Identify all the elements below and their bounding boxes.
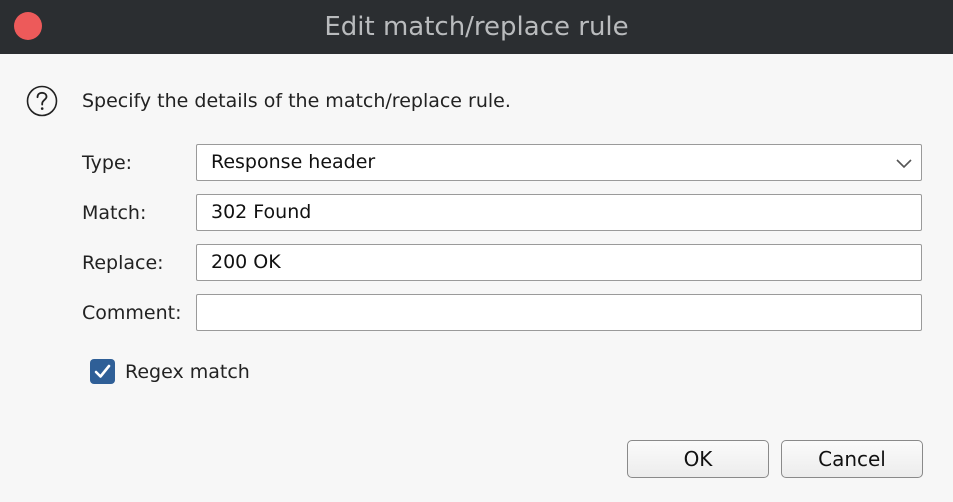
intro-text: Specify the details of the match/replace… xyxy=(82,90,511,112)
replace-label: Replace: xyxy=(82,252,164,274)
ok-button[interactable]: OK xyxy=(627,440,769,478)
match-label: Match: xyxy=(82,202,147,224)
cancel-button[interactable]: Cancel xyxy=(781,440,923,478)
type-label: Type: xyxy=(82,152,133,174)
title-bar: Edit match/replace rule xyxy=(0,0,953,54)
comment-label: Comment: xyxy=(82,302,182,324)
dialog-window: Edit match/replace rule Specify the deta… xyxy=(0,0,953,502)
match-input[interactable]: 302 Found xyxy=(196,194,922,231)
type-select-value: Response header xyxy=(211,151,376,173)
chevron-down-icon xyxy=(896,159,912,169)
replace-input[interactable]: 200 OK xyxy=(196,244,922,281)
comment-input[interactable] xyxy=(196,294,922,331)
match-input-value: 302 Found xyxy=(211,201,312,223)
regex-match-checkbox[interactable] xyxy=(90,359,115,384)
dialog-title: Edit match/replace rule xyxy=(324,12,629,42)
help-circle-icon xyxy=(26,85,58,117)
close-button[interactable] xyxy=(14,12,42,40)
regex-match-label[interactable]: Regex match xyxy=(125,358,250,386)
type-select[interactable]: Response header xyxy=(196,144,922,181)
checkmark-icon xyxy=(94,364,111,378)
replace-input-value: 200 OK xyxy=(211,251,281,273)
